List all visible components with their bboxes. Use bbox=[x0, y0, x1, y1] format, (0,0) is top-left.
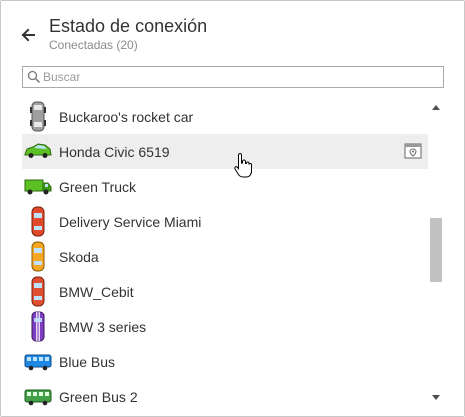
connection-status-panel: Estado de conexión Conectadas (20) Bucka… bbox=[0, 0, 465, 417]
map-location-icon bbox=[404, 143, 422, 159]
vehicle-name: Skoda bbox=[59, 249, 99, 265]
vehicle-list: Buckaroo's rocket car Honda Civic 6519 G… bbox=[22, 99, 428, 409]
list-item[interactable]: BMW_Cebit bbox=[22, 274, 428, 309]
green-truck-icon bbox=[24, 171, 52, 202]
list-item[interactable]: Green Bus 2 bbox=[22, 379, 428, 409]
blue-bus-icon bbox=[24, 346, 52, 377]
list-item[interactable]: BMW 3 series bbox=[22, 309, 428, 344]
vehicle-name: Delivery Service Miami bbox=[59, 214, 202, 230]
page-title: Estado de conexión bbox=[49, 16, 208, 36]
red-car-icon bbox=[24, 276, 52, 307]
list-item[interactable]: Honda Civic 6519 bbox=[22, 134, 428, 169]
search-input[interactable] bbox=[43, 67, 441, 87]
hand-pointer-icon bbox=[234, 152, 252, 178]
purple-car-icon bbox=[24, 311, 52, 342]
caret-down-icon bbox=[432, 395, 440, 400]
search-icon bbox=[27, 70, 41, 84]
rocket-car-icon bbox=[24, 101, 52, 132]
vehicle-name: BMW_Cebit bbox=[59, 284, 134, 300]
vehicle-name: Buckaroo's rocket car bbox=[59, 109, 194, 125]
show-on-map-button[interactable] bbox=[404, 143, 422, 159]
arrow-left-icon bbox=[21, 28, 35, 42]
red-car-icon bbox=[24, 206, 52, 237]
list-item[interactable]: Blue Bus bbox=[22, 344, 428, 379]
scroll-thumb[interactable] bbox=[430, 218, 442, 282]
vehicle-name: Blue Bus bbox=[59, 354, 116, 370]
vehicle-name: Green Bus 2 bbox=[59, 389, 138, 405]
list-item[interactable]: Delivery Service Miami bbox=[22, 204, 428, 239]
green-sedan-icon bbox=[24, 136, 52, 167]
back-button[interactable] bbox=[16, 23, 40, 47]
list-item[interactable]: Buckaroo's rocket car bbox=[22, 99, 428, 134]
green-bus-icon bbox=[24, 381, 52, 409]
list-item[interactable]: Green Truck bbox=[22, 169, 428, 204]
search-box[interactable] bbox=[22, 66, 444, 88]
list-item[interactable]: Skoda bbox=[22, 239, 428, 274]
scroll-down-button[interactable] bbox=[432, 394, 440, 402]
vehicle-name: Honda Civic 6519 bbox=[59, 144, 170, 160]
panel-header: Estado de conexión Conectadas (20) bbox=[1, 1, 464, 61]
orange-car-icon bbox=[24, 241, 52, 272]
vehicle-list-scrollbar[interactable] bbox=[429, 99, 443, 409]
caret-up-icon bbox=[432, 105, 440, 110]
connected-count: Conectadas (20) bbox=[49, 38, 138, 52]
vehicle-name: Green Truck bbox=[59, 179, 137, 195]
scroll-up-button[interactable] bbox=[432, 103, 440, 111]
vehicle-name: BMW 3 series bbox=[59, 319, 147, 335]
